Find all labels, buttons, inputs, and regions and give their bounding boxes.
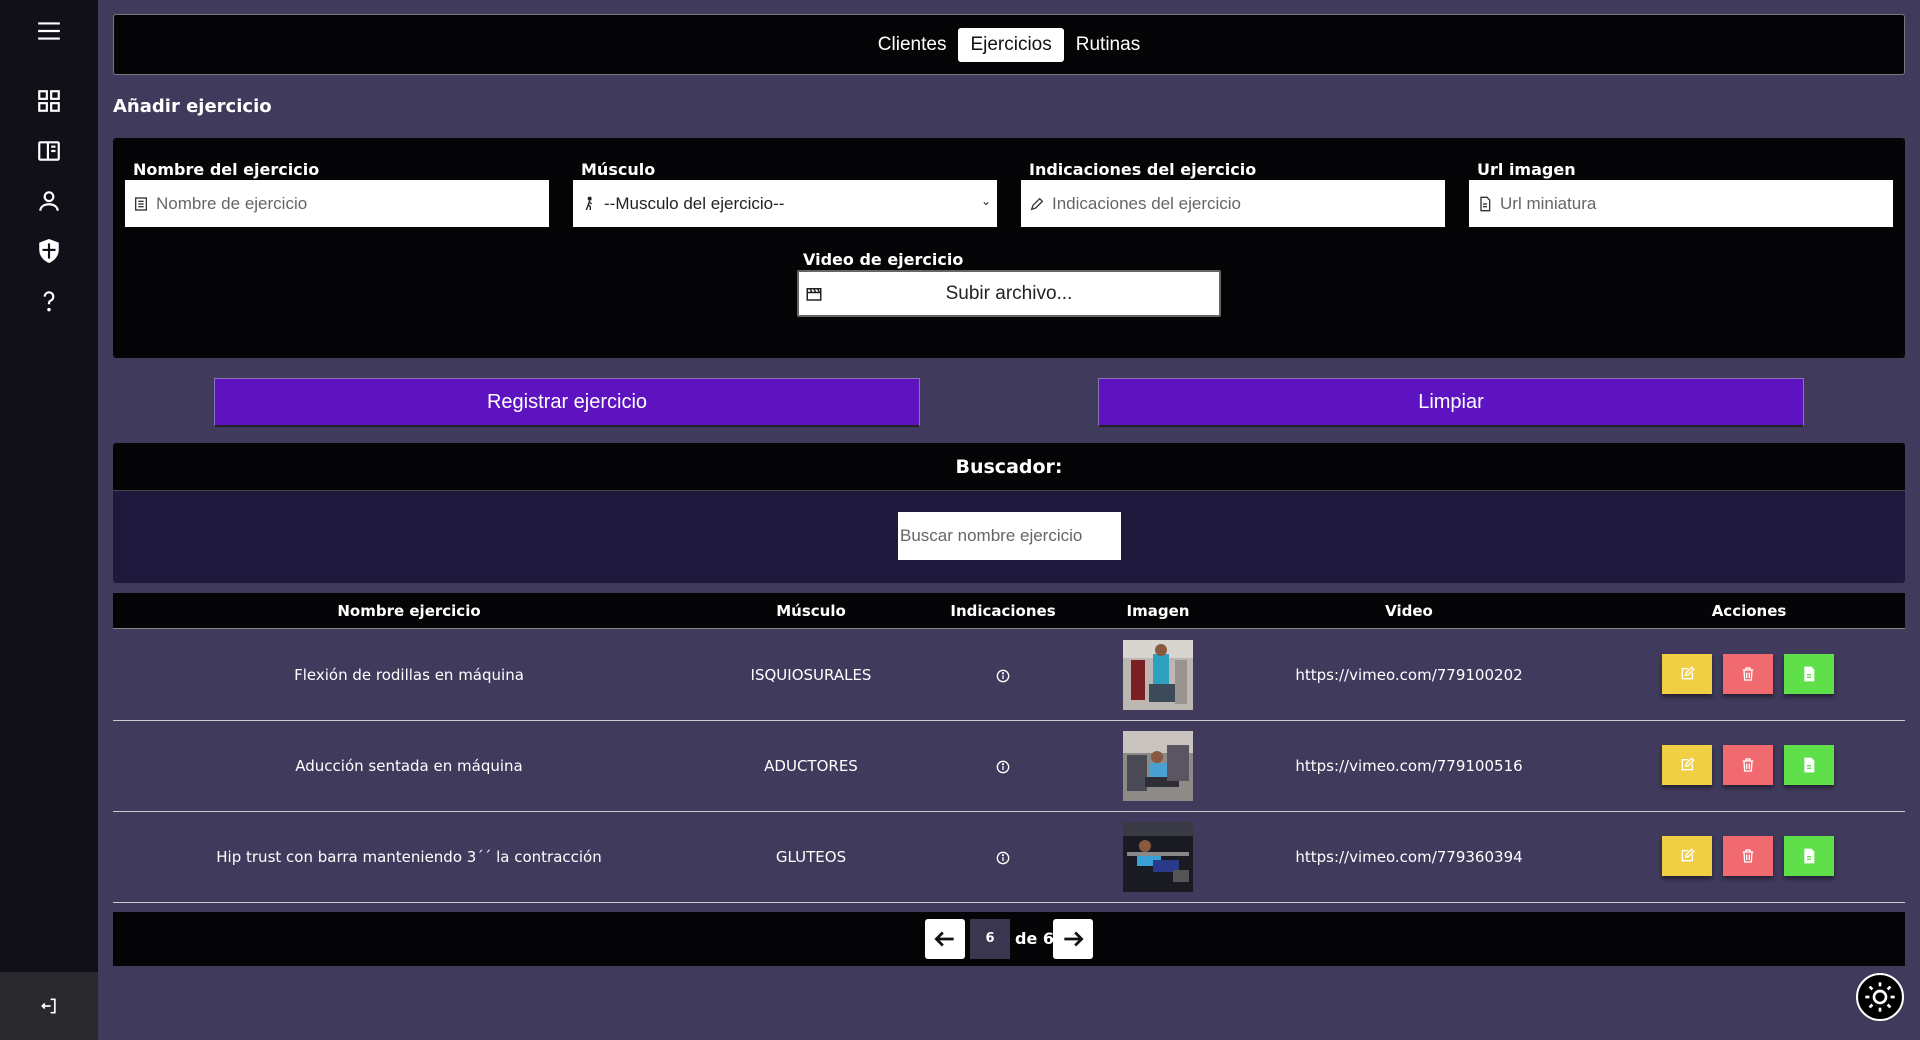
current-page[interactable]: 6 bbox=[970, 919, 1010, 959]
info-icon[interactable] bbox=[996, 759, 1010, 774]
book-icon[interactable] bbox=[34, 136, 64, 166]
muscle-field-group: Músculo --Musculo del ejercicio-- ⌄ bbox=[573, 160, 997, 227]
clapperboard-icon bbox=[805, 285, 823, 307]
exercise-form: Nombre del ejercicio Músculo --Musculo d… bbox=[113, 138, 1905, 358]
document-icon bbox=[1804, 848, 1815, 864]
logout-button[interactable] bbox=[0, 972, 98, 1040]
arrow-left-icon bbox=[934, 931, 954, 947]
cell-muscle: ISQUIOSURALES bbox=[750, 666, 872, 684]
page-total: de 6 bbox=[1015, 929, 1055, 948]
document-button[interactable] bbox=[1784, 654, 1834, 694]
trash-icon bbox=[1742, 758, 1754, 772]
pagination: 6 de 6 bbox=[113, 912, 1905, 966]
register-button[interactable]: Registrar ejercicio bbox=[214, 378, 920, 427]
document-button[interactable] bbox=[1784, 836, 1834, 876]
dashboard-icon[interactable] bbox=[34, 86, 64, 116]
image-url-label: Url imagen bbox=[1477, 160, 1576, 179]
col-video: Video bbox=[1385, 602, 1433, 620]
trash-icon bbox=[1742, 849, 1754, 863]
cell-muscle: GLUTEOS bbox=[775, 848, 847, 866]
menu-icon[interactable] bbox=[34, 16, 64, 46]
cell-video[interactable]: https://vimeo.com/779100516 bbox=[1295, 721, 1522, 811]
col-muscle: Músculo bbox=[776, 602, 846, 620]
name-field-group: Nombre del ejercicio bbox=[125, 160, 549, 227]
tab-rutinas[interactable]: Rutinas bbox=[1064, 28, 1152, 62]
image-url-input[interactable] bbox=[1500, 180, 1893, 227]
edit-icon bbox=[1681, 666, 1695, 680]
sun-icon bbox=[1865, 982, 1895, 1012]
exercise-thumbnail bbox=[1123, 822, 1193, 892]
edit-button[interactable] bbox=[1662, 654, 1712, 694]
next-page-button[interactable] bbox=[1053, 919, 1093, 959]
table-row: Aducción sentada en máquina ADUCTORES ht… bbox=[113, 721, 1905, 812]
cell-name: Flexión de rodillas en máquina bbox=[294, 666, 524, 684]
edit-icon bbox=[1681, 848, 1695, 862]
search-title: Buscador: bbox=[113, 443, 1905, 491]
user-icon[interactable] bbox=[34, 186, 64, 216]
video-field-group: Video de ejercicio Subir archivo... bbox=[797, 250, 1221, 317]
table-row: Hip trust con barra manteniendo 3´´ la c… bbox=[113, 812, 1905, 903]
document-button[interactable] bbox=[1784, 745, 1834, 785]
clear-button[interactable]: Limpiar bbox=[1098, 378, 1804, 427]
cell-video[interactable]: https://vimeo.com/779100202 bbox=[1295, 630, 1522, 720]
sidebar bbox=[0, 0, 98, 1040]
col-image: Imagen bbox=[1126, 602, 1190, 620]
search-input[interactable] bbox=[898, 512, 1121, 560]
col-actions: Acciones bbox=[1711, 602, 1787, 620]
table-row: Flexión de rodillas en máquina ISQUIOSUR… bbox=[113, 630, 1905, 721]
logout-icon bbox=[41, 998, 56, 1014]
col-indications: Indicaciones bbox=[950, 602, 1056, 620]
muscle-label: Músculo bbox=[581, 160, 656, 179]
name-input[interactable] bbox=[156, 180, 549, 227]
edit-button[interactable] bbox=[1662, 745, 1712, 785]
document-icon bbox=[1804, 757, 1815, 773]
exercise-thumbnail bbox=[1123, 731, 1193, 801]
tabs-bar: Clientes Ejercicios Rutinas bbox=[113, 14, 1905, 75]
cell-muscle: ADUCTORES bbox=[764, 757, 858, 775]
col-name: Nombre ejercicio bbox=[337, 602, 481, 620]
edit-button[interactable] bbox=[1662, 836, 1712, 876]
theme-toggle-button[interactable] bbox=[1856, 973, 1904, 1021]
delete-button[interactable] bbox=[1723, 836, 1773, 876]
cell-video[interactable]: https://vimeo.com/779360394 bbox=[1295, 812, 1522, 902]
document-icon bbox=[1804, 666, 1815, 682]
tab-clientes[interactable]: Clientes bbox=[866, 28, 959, 62]
indications-label: Indicaciones del ejercicio bbox=[1029, 160, 1257, 179]
video-label: Video de ejercicio bbox=[803, 250, 964, 269]
file-icon bbox=[1475, 194, 1495, 214]
name-label: Nombre del ejercicio bbox=[133, 160, 320, 179]
upload-video-button[interactable]: Subir archivo... bbox=[797, 270, 1221, 317]
shield-icon[interactable] bbox=[34, 236, 64, 266]
tab-ejercicios[interactable]: Ejercicios bbox=[958, 27, 1064, 62]
image-url-field-group: Url imagen bbox=[1469, 160, 1893, 227]
exercise-thumbnail bbox=[1123, 640, 1193, 710]
search-panel: Buscador: bbox=[113, 443, 1905, 583]
arrow-right-icon bbox=[1064, 931, 1084, 947]
chevron-down-icon: ⌄ bbox=[980, 194, 991, 208]
walking-icon bbox=[579, 194, 599, 214]
table-header: Nombre ejercicio Músculo Indicaciones Im… bbox=[113, 593, 1905, 629]
prev-page-button[interactable] bbox=[925, 919, 965, 959]
delete-button[interactable] bbox=[1723, 654, 1773, 694]
delete-button[interactable] bbox=[1723, 745, 1773, 785]
cell-name: Hip trust con barra manteniendo 3´´ la c… bbox=[216, 848, 602, 866]
indications-field-group: Indicaciones del ejercicio bbox=[1021, 160, 1445, 227]
section-title: Añadir ejercicio bbox=[113, 96, 272, 117]
info-icon[interactable] bbox=[996, 850, 1010, 865]
muscle-select[interactable]: --Musculo del ejercicio-- bbox=[604, 194, 997, 214]
upload-label: Subir archivo... bbox=[945, 282, 1073, 304]
help-icon[interactable] bbox=[34, 286, 64, 316]
info-icon[interactable] bbox=[996, 668, 1010, 683]
trash-icon bbox=[1742, 667, 1754, 681]
edit-icon bbox=[1681, 757, 1695, 771]
pencil-icon bbox=[1027, 194, 1047, 214]
list-icon bbox=[131, 194, 151, 214]
cell-name: Aducción sentada en máquina bbox=[295, 757, 523, 775]
indications-input[interactable] bbox=[1052, 180, 1445, 227]
